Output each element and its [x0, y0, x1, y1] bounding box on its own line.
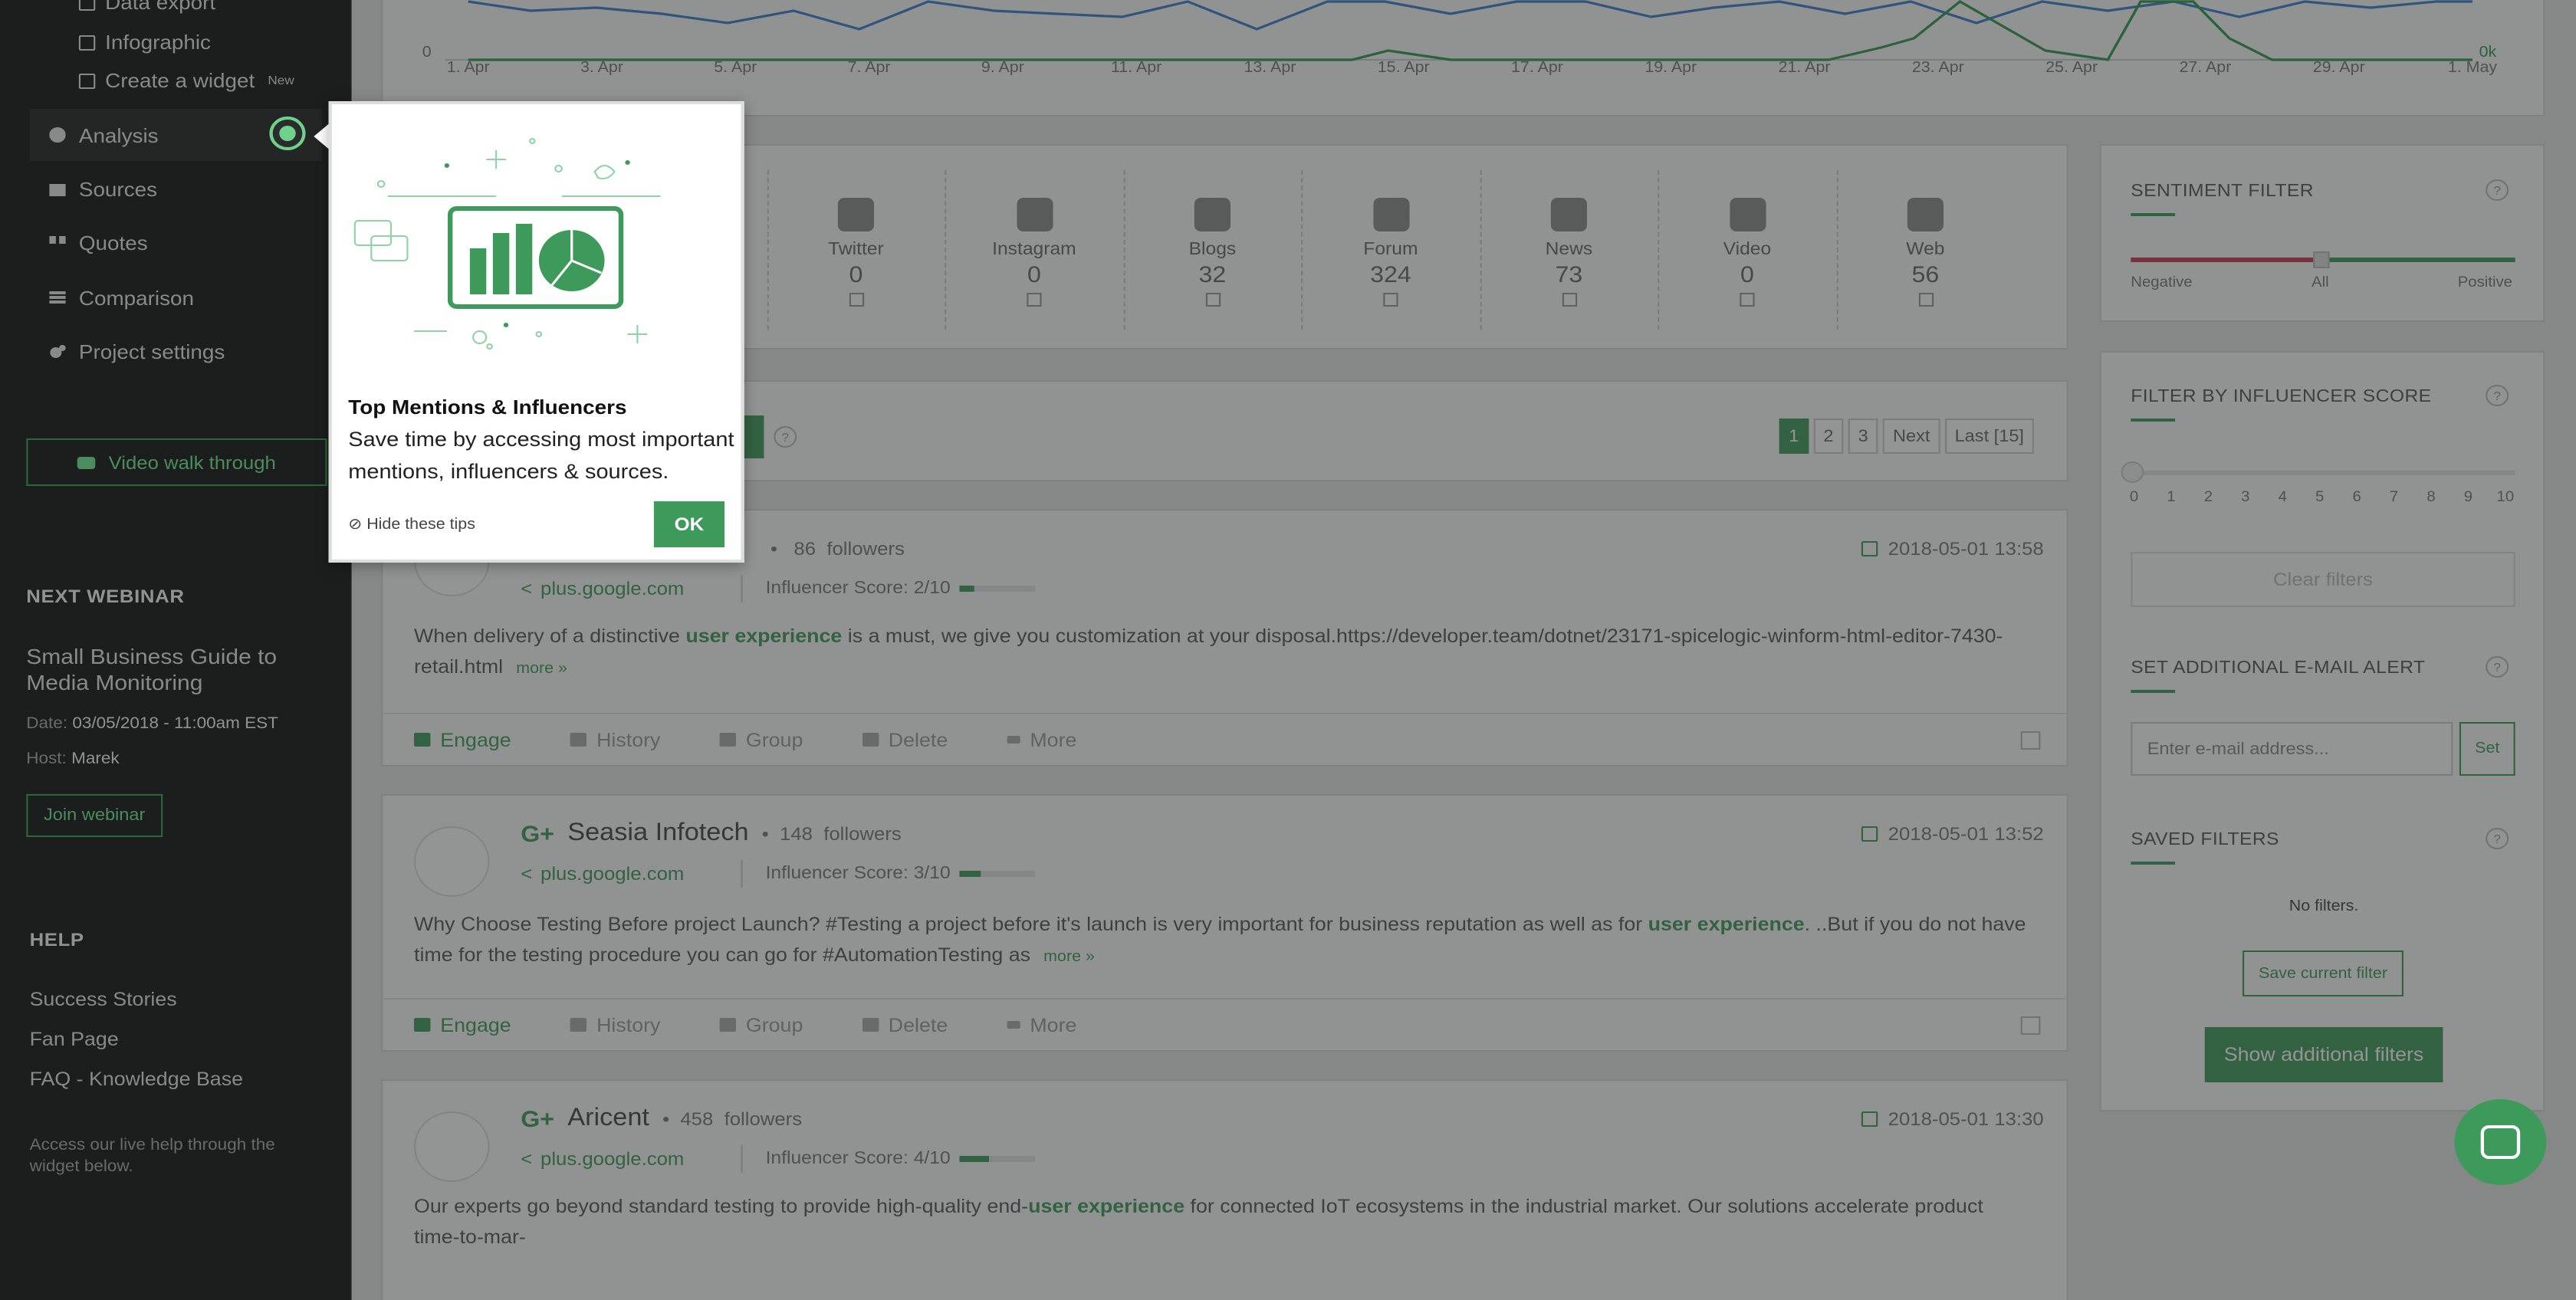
analytics-illustration-icon: [353, 138, 661, 350]
onboarding-tip: Top Mentions & Influencers Save time by …: [328, 101, 744, 563]
tip-ok-button[interactable]: OK: [653, 501, 724, 547]
tip-arrow: [314, 123, 330, 150]
sidebar-backdrop: [0, 0, 352, 1300]
tip-hotspot-indicator[interactable]: [269, 117, 306, 150]
hide-tips-link[interactable]: ⊘ Hide these tips: [348, 517, 475, 533]
tip-text: Save time by accessing most important me…: [348, 428, 734, 483]
chat-icon: [2480, 1125, 2521, 1159]
tip-title: Top Mentions & Influencers: [348, 396, 627, 419]
app-root: Data export Infographic Create a widget N…: [0, 0, 2576, 1300]
live-chat-button[interactable]: [2454, 1099, 2547, 1185]
